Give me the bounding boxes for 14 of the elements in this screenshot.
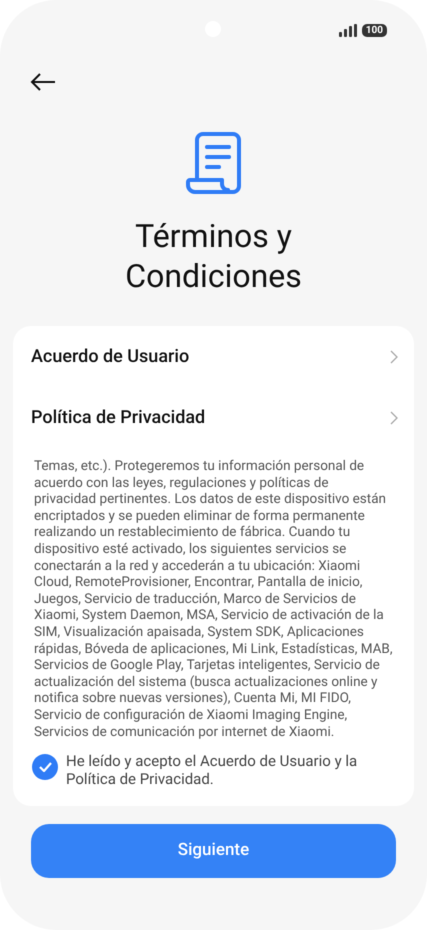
chevron-right-icon — [390, 410, 398, 424]
terms-link-row[interactable]: Acuerdo de Usuario — [13, 326, 414, 387]
battery-indicator: 100 — [362, 24, 387, 36]
document-icon — [184, 132, 242, 194]
terms-link-row[interactable]: Política de Privacidad — [13, 387, 414, 448]
next-button[interactable]: Siguiente — [31, 824, 396, 878]
chevron-right-icon — [390, 350, 398, 364]
page-title: Términos y Condiciones — [124, 216, 303, 296]
terms-text: Temas, etc.). Protegeremos tu información personal de acuerdo con las leyes, regulaciones y políticas de privacidad pertinentes. Los datos de este dispositivo están encriptados y se pueden eliminar de forma permanente realizando un restablecimiento de fábrica. Cuando tu dispositivo esté activado, los siguientes servicios se conectarán a la red y accederán a tu ubicación: Xiaomi Cloud, RemoteProvisioner, Encontrar, Pantalla de inicio, Juegos, Servicio de traducción, Marco de Servicios de Xiaomi, System Daemon, MSA, Servicio de activación de la SIM, Visualización apaisada, System SDK, Aplicaciones rápidas, Bóveda de aplicaciones, Mi Link, Estadísticas, MAB, Servicios de Google Play, Tarjetas inteligentes, Servicio de actualización del sistema (busca actualizaciones online y notifica sobre nuevas versiones), Cuenta Mi, MI FIDO, Servicio de configuración de Xiaomi Imaging Engine, Servicios de comunicación por internet de Xiaomi. — [33, 457, 394, 740]
agree-checkbox[interactable] — [32, 754, 58, 780]
checkmark-icon — [38, 762, 52, 772]
agreement-label: He leído y acepto el Acuerdo de Usuario y la Política de Privacidad. — [66, 752, 358, 788]
signal-icon — [338, 24, 357, 36]
back-arrow-icon[interactable] — [30, 72, 56, 92]
